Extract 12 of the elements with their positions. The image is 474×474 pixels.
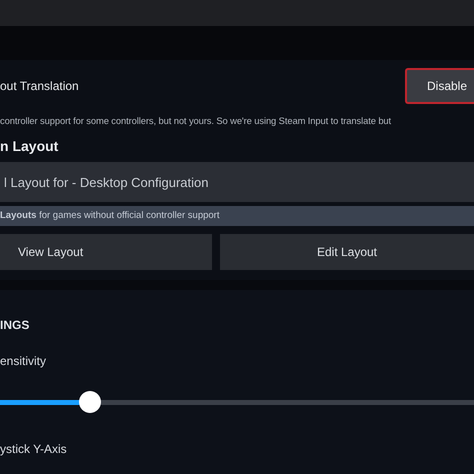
- setting-title: out Translation: [0, 79, 79, 93]
- section-heading: n Layout: [0, 137, 60, 156]
- layout-note: Layouts for games without official controller support: [0, 206, 474, 226]
- edit-layout-button[interactable]: Edit Layout: [220, 234, 474, 270]
- setting-description: controller support for some controllers, but not yours. So we're using Steam Input to translate but: [0, 114, 392, 128]
- view-layout-button[interactable]: View Layout: [0, 234, 212, 270]
- sensitivity-slider[interactable]: [0, 390, 474, 414]
- setting-label: ystick Y-Axis: [0, 442, 68, 456]
- disable-button[interactable]: Disable: [405, 68, 474, 104]
- section-heading: INGS: [0, 317, 30, 334]
- layout-field[interactable]: l Layout for - Desktop Configuration: [0, 162, 474, 202]
- setting-label: ensitivity: [0, 354, 48, 368]
